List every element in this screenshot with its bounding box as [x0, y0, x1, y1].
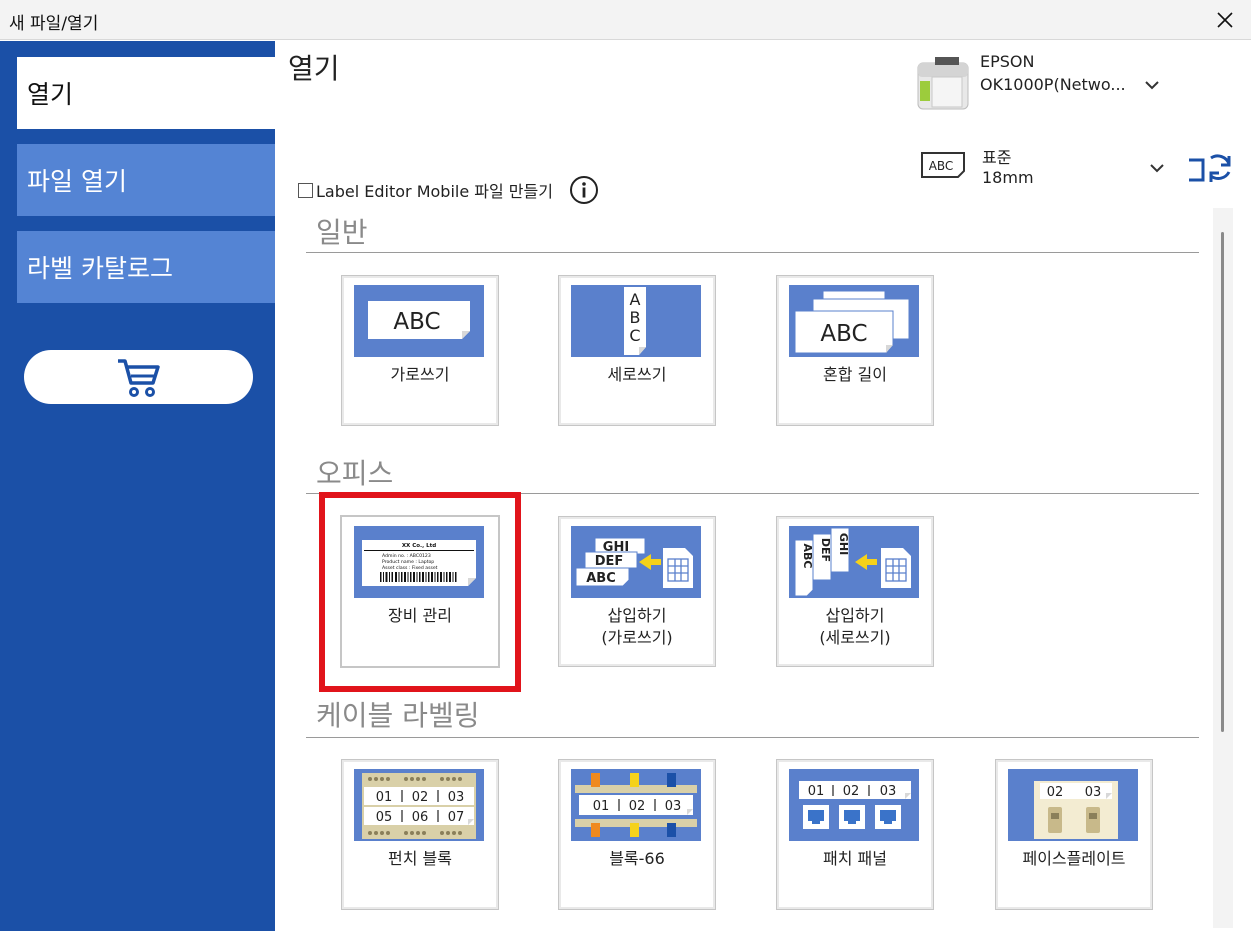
template-label: 펀치 블록: [388, 849, 452, 868]
tape-selector[interactable]: ABC 표준 18mm: [920, 141, 1220, 191]
refresh-icon[interactable]: [1187, 146, 1233, 186]
template-tile-insert-horizontal[interactable]: GHI DEF ABC 삽입하기 (가로쓰기): [558, 516, 716, 667]
template-tile-punch-block[interactable]: 01 02 03 05 06 07 펀치 블록: [341, 759, 499, 910]
thumb-text: 02: [1047, 785, 1064, 800]
sidebar-item-open-file[interactable]: 파일 열기: [17, 144, 275, 216]
tape-icon: ABC: [921, 152, 965, 178]
template-tile-horizontal[interactable]: ABC 가로쓰기: [341, 275, 499, 426]
label-editor-mobile-checkbox[interactable]: [298, 182, 313, 198]
sidebar-item-open[interactable]: 열기: [17, 57, 275, 129]
thumb-text: 02: [843, 784, 860, 799]
template-thumbnail: 01 02 03: [571, 769, 701, 841]
thumb-text: 05: [376, 810, 393, 825]
window-title: 새 파일/열기: [9, 14, 99, 34]
thumb-text: 02: [629, 799, 646, 814]
chevron-down-icon[interactable]: [1144, 79, 1160, 91]
template-thumbnail: 02 03: [1008, 769, 1138, 841]
tape-type: 표준: [982, 148, 1012, 167]
template-label: 삽입하기 (세로쓰기): [819, 606, 891, 647]
section-divider: [306, 252, 1199, 253]
thumb-text: DEF: [819, 538, 832, 562]
sidebar-item-label: 파일 열기: [27, 167, 127, 196]
template-thumbnail: ABC: [354, 285, 484, 357]
tape-icon-text: ABC: [929, 159, 954, 173]
template-label: 혼합 길이: [823, 365, 887, 384]
thumb-text: ABC: [393, 309, 440, 335]
template-thumbnail: 01 02 03: [789, 769, 919, 841]
scrollbar-thumb[interactable]: [1221, 232, 1224, 732]
template-thumbnail: GHI DEF ABC: [571, 526, 701, 598]
thumb-text: B: [630, 308, 641, 327]
thumb-text: 06: [412, 810, 429, 825]
template-label: 블록-66: [609, 849, 665, 868]
ethernet-port-icon: [803, 805, 901, 829]
thumb-text: 01: [808, 784, 825, 799]
template-label: 가로쓰기: [390, 365, 450, 384]
template-label: 삽입하기 (가로쓰기): [601, 606, 673, 647]
scrollbar[interactable]: [1213, 208, 1233, 928]
chevron-down-icon[interactable]: [1149, 162, 1165, 174]
template-tile-faceplate[interactable]: 02 03 페이스플레이트: [995, 759, 1153, 910]
thumb-text: 03: [880, 784, 897, 799]
section-title-cable-labeling: 케이블 라벨링: [316, 699, 480, 732]
thumb-text: 03: [665, 799, 682, 814]
printer-brand: EPSON: [980, 52, 1035, 71]
thumb-text: GHI: [837, 533, 850, 555]
thumb-text: 01: [593, 799, 610, 814]
selection-highlight: [319, 492, 521, 692]
thumb-text: DEF: [595, 554, 624, 569]
cart-icon: [117, 359, 160, 397]
template-tile-mixed-length[interactable]: ABC 혼합 길이: [776, 275, 934, 426]
sidebar-item-label: 라벨 카탈로그: [27, 254, 173, 283]
template-thumbnail: A B C: [571, 285, 701, 357]
template-label: 세로쓰기: [607, 365, 667, 384]
thumb-text: ABC: [586, 571, 616, 586]
close-icon[interactable]: [1213, 8, 1237, 32]
thumb-text: 02: [412, 790, 429, 805]
template-tile-block-66[interactable]: 01 02 03 블록-66: [558, 759, 716, 910]
thumb-text: A: [630, 290, 641, 309]
info-icon[interactable]: [569, 175, 599, 205]
thumb-text: ABC: [820, 321, 867, 347]
printer-model: OK1000P(Netwo...: [980, 75, 1126, 94]
shop-button[interactable]: [24, 350, 253, 404]
main-panel: 열기 EPSON OK1000P(Netwo... ABC 표준 18mm La…: [275, 41, 1251, 931]
template-thumbnail: ABC: [789, 285, 919, 357]
sidebar-item-label-catalog[interactable]: 라벨 카탈로그: [17, 231, 275, 303]
template-label: 페이스플레이트: [1022, 849, 1126, 868]
section-title-office: 오피스: [316, 457, 394, 490]
section-divider: [306, 737, 1199, 738]
title-bar: 새 파일/열기: [0, 0, 1251, 40]
printer-selector[interactable]: EPSON OK1000P(Netwo...: [915, 51, 1215, 111]
tape-width: 18mm: [982, 168, 1034, 187]
thumb-text: 07: [448, 810, 465, 825]
label-editor-mobile-option: Label Editor Mobile 파일 만들기: [298, 175, 599, 205]
template-tile-vertical[interactable]: A B C 세로쓰기: [558, 275, 716, 426]
section-title-general: 일반: [316, 216, 368, 249]
template-tile-insert-vertical[interactable]: ABC DEF GHI 삽입하기 (세로쓰기): [776, 516, 934, 667]
thumb-text: 03: [1085, 785, 1102, 800]
page-title: 열기: [288, 52, 340, 85]
thumb-text: 03: [448, 790, 465, 805]
printer-icon: [917, 57, 969, 110]
sidebar: 열기 파일 열기 라벨 카탈로그: [0, 41, 275, 931]
thumb-text: C: [629, 326, 640, 345]
template-thumbnail: ABC DEF GHI: [789, 526, 919, 598]
thumb-text: 01: [376, 790, 393, 805]
template-label: 패치 패널: [823, 849, 887, 868]
template-tile-patch-panel[interactable]: 01 02 03 패치 패널: [776, 759, 934, 910]
label-editor-mobile-label: Label Editor Mobile 파일 만들기: [316, 182, 553, 201]
thumb-text: ABC: [801, 544, 814, 569]
sidebar-item-label: 열기: [27, 80, 74, 109]
template-thumbnail: 01 02 03 05 06 07: [354, 769, 484, 841]
